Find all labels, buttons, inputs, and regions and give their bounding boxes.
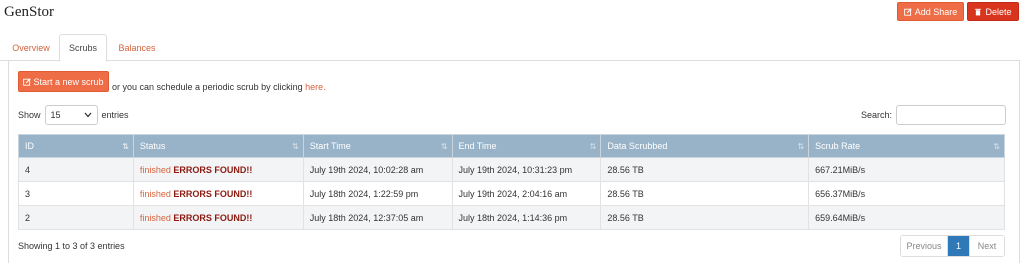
entries-label: entries xyxy=(101,110,129,120)
cell-start-time: July 18th 2024, 12:37:05 am xyxy=(302,205,453,230)
start-scrub-button[interactable]: Start a new scrub xyxy=(18,71,109,92)
search-control: Search: xyxy=(861,105,1007,125)
status-text: finished xyxy=(139,212,171,223)
table-row: 2 finished ERRORS FOUND!! July 18th 2024… xyxy=(18,205,1005,230)
scrubs-table: ID ⇅ Status ⇅ Start Time ⇅ End Time ⇅ Data S… xyxy=(18,134,1005,230)
column-header-label: ID xyxy=(25,141,34,151)
trash-icon xyxy=(975,8,982,15)
cell-id: 3 xyxy=(18,181,134,206)
page-length-control: Show 15 entries xyxy=(18,105,129,125)
column-header-end-time[interactable]: End Time ⇅ xyxy=(451,134,602,158)
status-text: finished xyxy=(139,188,171,199)
cell-status: finished ERRORS FOUND!! xyxy=(132,181,304,206)
next-page-button[interactable]: Next xyxy=(970,236,1004,256)
cell-end-time: July 19th 2024, 10:31:23 pm xyxy=(451,157,602,182)
status-error-flag: ERRORS FOUND!! xyxy=(173,164,253,175)
cell-data-scrubbed: 28.56 TB xyxy=(600,205,810,230)
edit-icon xyxy=(23,77,32,86)
cell-status: finished ERRORS FOUND!! xyxy=(132,157,304,182)
column-header-status[interactable]: Status ⇅ xyxy=(132,134,304,158)
previous-page-button[interactable]: Previous xyxy=(901,236,948,256)
column-header-label: Status xyxy=(139,141,166,151)
cell-id: 4 xyxy=(18,157,134,182)
tab-bar: Overview Scrubs Balances xyxy=(0,34,1020,62)
tab-scrubs[interactable]: Scrubs xyxy=(59,34,107,62)
pagination: Previous 1 Next xyxy=(900,235,1005,257)
column-header-label: Start Time xyxy=(309,141,351,151)
chevron-down-icon xyxy=(84,112,92,118)
column-header-data-scrubbed[interactable]: Data Scrubbed ⇅ xyxy=(600,134,810,158)
page-1-button[interactable]: 1 xyxy=(948,236,970,256)
column-header-start-time[interactable]: Start Time ⇅ xyxy=(302,134,453,158)
column-header-label: Data Scrubbed xyxy=(607,141,668,151)
sort-icon: ⇅ xyxy=(797,142,804,151)
sort-icon: ⇅ xyxy=(993,142,1000,151)
search-label: Search: xyxy=(861,110,893,120)
sort-icon: ⇅ xyxy=(291,142,299,151)
app-title: GenStor xyxy=(4,4,54,20)
sort-icon: ⇅ xyxy=(122,142,129,151)
cell-scrub-rate: 656.37MiB/s xyxy=(808,181,1005,206)
table-info: Showing 1 to 3 of 3 entries xyxy=(18,241,125,251)
schedule-link[interactable]: here. xyxy=(305,82,326,92)
cell-scrub-rate: 659.64MiB/s xyxy=(808,205,1005,230)
sort-icon: ⇅ xyxy=(440,142,448,151)
schedule-note-text: or you can schedule a periodic scrub by … xyxy=(112,82,303,92)
status-error-flag: ERRORS FOUND!! xyxy=(173,188,253,199)
delete-label: Delete xyxy=(985,6,1012,17)
show-label: Show xyxy=(18,110,41,120)
cell-status: finished ERRORS FOUND!! xyxy=(132,205,304,230)
add-share-label: Add Share xyxy=(914,6,958,17)
cell-end-time: July 18th 2024, 1:14:36 pm xyxy=(451,205,602,230)
start-scrub-label: Start a new scrub xyxy=(33,76,104,87)
edit-icon xyxy=(903,7,912,16)
column-header-id[interactable]: ID ⇅ xyxy=(18,134,134,158)
schedule-note: or you can schedule a periodic scrub by … xyxy=(112,82,326,92)
cell-data-scrubbed: 28.56 TB xyxy=(600,181,810,206)
table-row: 3 finished ERRORS FOUND!! July 18th 2024… xyxy=(18,181,1005,206)
cell-id: 2 xyxy=(18,205,134,230)
cell-start-time: July 18th 2024, 1:22:59 pm xyxy=(302,181,453,206)
entries-select-value: 15 xyxy=(50,110,61,120)
status-text: finished xyxy=(139,164,171,175)
column-header-scrub-rate[interactable]: Scrub Rate ⇅ xyxy=(808,134,1005,158)
search-input[interactable] xyxy=(896,105,1007,125)
tab-balances[interactable]: Balances xyxy=(112,34,162,61)
delete-button[interactable]: Delete xyxy=(967,2,1019,21)
table-row: 4 finished ERRORS FOUND!! July 19th 2024… xyxy=(18,157,1005,182)
cell-scrub-rate: 667.21MiB/s xyxy=(808,157,1005,182)
sort-icon: ⇅ xyxy=(589,142,597,151)
cell-start-time: July 19th 2024, 10:02:28 am xyxy=(302,157,453,182)
status-error-flag: ERRORS FOUND!! xyxy=(173,212,253,223)
column-header-label: Scrub Rate xyxy=(815,141,861,151)
entries-select[interactable]: 15 xyxy=(44,105,98,125)
cell-data-scrubbed: 28.56 TB xyxy=(600,157,810,182)
table-header-row: ID ⇅ Status ⇅ Start Time ⇅ End Time ⇅ Data S… xyxy=(18,134,1005,158)
tab-overview[interactable]: Overview xyxy=(8,34,54,61)
column-header-label: End Time xyxy=(458,141,497,151)
cell-end-time: July 19th 2024, 2:04:16 am xyxy=(451,181,602,206)
add-share-button[interactable]: Add Share xyxy=(897,2,964,21)
